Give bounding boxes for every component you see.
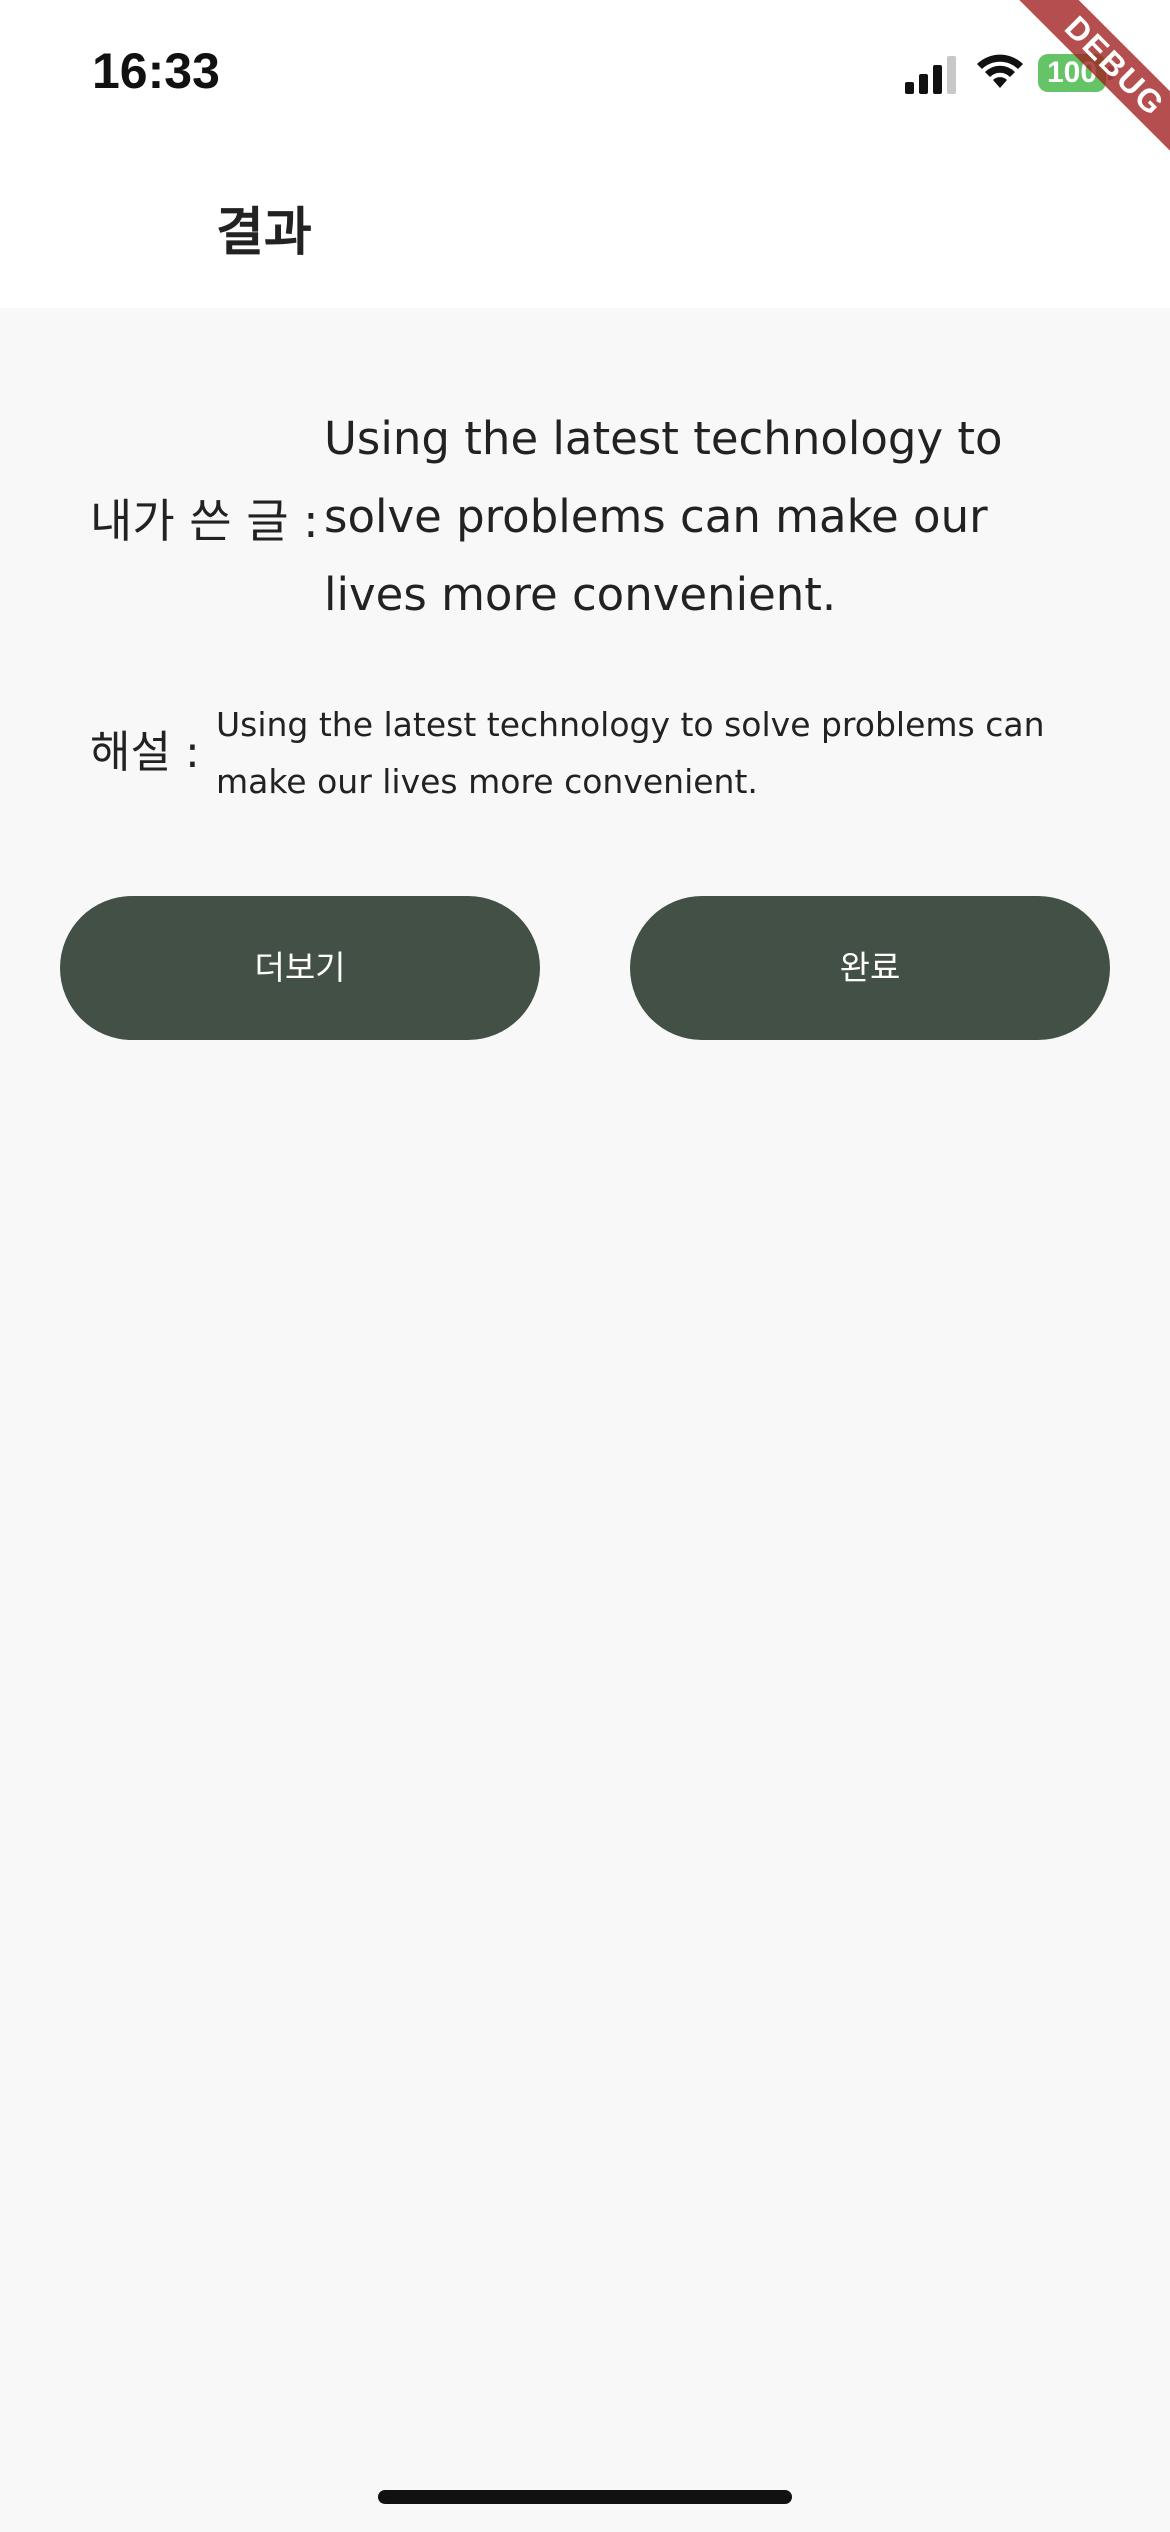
signal-icon (905, 56, 956, 94)
my-writing-row: 내가 쓴 글 : Using the latest technology to … (90, 400, 1090, 640)
wifi-icon (977, 54, 1023, 88)
battery-percent: 100 (1046, 56, 1098, 89)
status-time: 16:33 (92, 43, 220, 99)
explanation-row: 해설 : Using the latest technology to solv… (90, 696, 1090, 816)
battery-cap (1108, 66, 1114, 80)
battery-icon: 100 (1038, 54, 1114, 92)
result-screen: 16:33 100 결과 내가 쓴 글 : Using the latest t… (0, 0, 1170, 2532)
status-bar: 16:33 100 (0, 0, 1170, 140)
done-button[interactable]: 완료 (630, 896, 1110, 1040)
home-indicator[interactable] (378, 2490, 792, 2504)
app-bar: 결과 (0, 140, 1170, 308)
explanation-text: Using the latest technology to solve pro… (216, 705, 1045, 801)
my-writing-text: Using the latest technology to solve pro… (324, 412, 1003, 621)
explanation-label: 해설 : (90, 727, 200, 778)
more-button[interactable]: 더보기 (60, 896, 540, 1040)
my-writing-label: 내가 쓴 글 : (90, 494, 319, 548)
page-title: 결과 (216, 203, 312, 263)
